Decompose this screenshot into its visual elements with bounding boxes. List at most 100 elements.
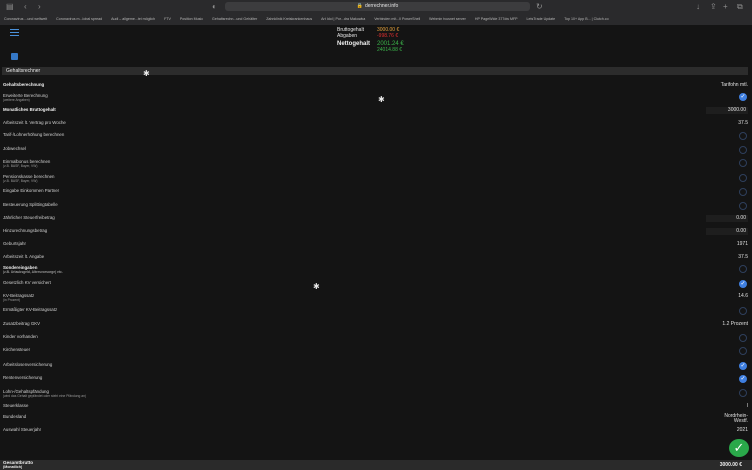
checkmark-icon[interactable]: ✓: [729, 439, 749, 457]
row-label-text: Zusatzbeitrag GKV: [3, 321, 41, 326]
row-label-text: Bundesland: [3, 414, 27, 419]
bookmark-item[interactable]: Art Idol | Por...dra Makowka: [321, 16, 365, 22]
new-tab-icon[interactable]: +: [723, 3, 728, 11]
bookmark-item[interactable]: Verbinden mit...Il PowerShell: [374, 16, 420, 22]
address-bar[interactable]: 🔒 derrechner.info: [225, 2, 530, 11]
menu-icon[interactable]: [10, 29, 19, 38]
row-value-field[interactable]: 37.5: [738, 120, 748, 127]
row-toggle[interactable]: [739, 347, 747, 355]
calculator-icon[interactable]: [11, 53, 18, 60]
row-toggle[interactable]: [739, 188, 747, 196]
row-value-field[interactable]: 14.6: [738, 293, 748, 300]
row-toggle[interactable]: [739, 334, 747, 342]
forward-icon[interactable]: ›: [38, 3, 41, 11]
row-label-text: Kirchensteuer: [3, 347, 31, 352]
row-label: Arbeitszeit lt. Angabe: [3, 254, 323, 259]
row-toggle[interactable]: ✓: [739, 280, 747, 288]
share-icon[interactable]: ⇪: [710, 3, 717, 11]
row-value-field[interactable]: Nordrhein-Westf.: [722, 414, 748, 424]
bookmark-item[interactable]: Audi – allgeme...tei möglich: [111, 16, 155, 22]
row-label: Eingabe Einkommen Partner: [3, 188, 323, 193]
bookmark-item[interactable]: Coronavirus ...und weltweit: [4, 16, 47, 22]
row-label: Hinzurechnungsbetrag: [3, 228, 323, 233]
row-label-text: Monatliches Bruttogehalt: [3, 107, 56, 112]
row-label: Arbeitszeit lt. Vertrag pro Woche: [3, 120, 323, 125]
form-row: Hinzurechnungsbetrag 0.00: [0, 228, 752, 240]
row-label: Kinder vorhanden: [3, 334, 323, 339]
download-icon[interactable]: ↓: [696, 3, 700, 11]
row-value-field[interactable]: 2021: [737, 427, 748, 434]
row-label-text: Besteuerung Splittingtabelle: [3, 202, 58, 207]
abgaben-value: -998.76 €: [377, 33, 399, 39]
form-row: Lohn-/Gehaltspfändung (wird das Gehalt ge…: [0, 389, 752, 401]
row-label-text: Arbeitszeit lt. Angabe: [3, 254, 45, 259]
row-label-text: Eingabe Einkommen Partner: [3, 188, 60, 193]
row-value-field[interactable]: 1.2 Prozent: [722, 321, 748, 328]
row-value-field[interactable]: 3000.00: [706, 107, 748, 114]
back-icon[interactable]: ‹: [24, 3, 27, 11]
tab-overview-icon[interactable]: ⧉: [737, 3, 743, 11]
bookmark-item[interactable]: Position Music: [180, 16, 203, 22]
row-label: Zusatzbeitrag GKV: [3, 321, 323, 326]
bookmark-item[interactable]: Zahnklinik Kreiskrankenhaus: [266, 16, 312, 22]
row-label-text: Tarif-/Lohnerhöhung berechnen: [3, 132, 65, 137]
row-toggle[interactable]: [739, 307, 747, 315]
row-label-text: Kinder vorhanden: [3, 334, 38, 339]
row-toggle[interactable]: [739, 202, 747, 210]
form-row: Gesetzlich KV versichert ✓: [0, 280, 752, 292]
salary-summary: Bruttogehalt 3000.00 € Abgaben -998.76 € N…: [337, 27, 404, 53]
row-label-text: Jobwechsel: [3, 146, 26, 151]
row-toggle[interactable]: [739, 174, 747, 182]
bookmark-item[interactable]: HP PageWide 377dw MFP: [475, 16, 518, 22]
row-label: Einmalbonus berechnen (z.B. BASF, Bayer, …: [3, 159, 323, 168]
row-label-text: Ermäßigter KV-Beitragssatz: [3, 307, 58, 312]
row-toggle[interactable]: [739, 132, 747, 140]
row-toggle[interactable]: [739, 146, 747, 154]
row-sublabel: (z.B. BASF, Bayer, VW): [3, 179, 38, 183]
address-text: derrechner.info: [364, 3, 399, 9]
form-row: Bundesland Nordrhein-Westf.: [0, 414, 752, 426]
reload-icon[interactable]: ↻: [536, 3, 543, 11]
bookmark-item[interactable]: LetsTrade Update: [527, 16, 556, 22]
row-toggle[interactable]: ✓: [739, 93, 747, 101]
form-row: Monatliches Bruttogehalt 3000.00: [0, 107, 752, 119]
row-label: Gesetzlich KV versichert: [3, 280, 323, 285]
row-value-field[interactable]: 0.00: [706, 228, 748, 235]
sidebar-toggle-icon[interactable]: ▤: [6, 3, 14, 11]
abgaben-label: Abgaben: [337, 33, 358, 39]
row-label-text: Rentenversicherung: [3, 375, 43, 380]
row-toggle[interactable]: [739, 265, 747, 273]
browser-toolbar: ▤ ‹ › ◐ 🔒 derrechner.info ↻ ↓ ⇪ + ⧉ Coron…: [0, 0, 752, 25]
row-toggle[interactable]: ✓: [739, 362, 747, 370]
bookmark-item[interactable]: Top 10+ App B... | Clutch.co: [564, 16, 608, 22]
row-toggle[interactable]: [739, 389, 747, 397]
footer-value: 3000.00 €: [719, 462, 742, 468]
row-value-field[interactable]: I: [747, 403, 748, 410]
shield-icon[interactable]: ◐: [212, 3, 217, 11]
cursor-icon: ✱: [313, 282, 320, 291]
row-label: Auswahl Steuerjahr: [3, 427, 323, 432]
row-value-field[interactable]: 1971: [737, 241, 748, 248]
row-toggle[interactable]: ✓: [739, 375, 747, 383]
row-label-text: Hinzurechnungsbetrag: [3, 228, 48, 233]
row-sublabel: (wird das Gehalt gepfändet oder steht ei…: [3, 394, 87, 398]
row-label-text: Arbeitszeit lt. Vertrag pro Woche: [3, 120, 66, 125]
row-label: Pensionskasse berechnen (z.B. BASF, Bayer…: [3, 174, 323, 183]
row-label: Gehaltsberechnung: [3, 82, 323, 87]
row-value-field[interactable]: Tarifohn mtl.: [721, 82, 748, 89]
row-label: Erweiterte Berechnung (weitere Angaben): [3, 93, 323, 102]
row-value-field[interactable]: 0.00: [706, 215, 748, 222]
row-label: Ermäßigter KV-Beitragssatz: [3, 307, 323, 312]
row-sublabel: (z.B. BASF, Bayer, VW): [3, 164, 38, 168]
bookmark-item[interactable]: Webmin tvusnet server: [429, 16, 466, 22]
row-label: Kirchensteuer: [3, 347, 323, 352]
row-toggle[interactable]: [739, 159, 747, 167]
bookmark-item[interactable]: Gehaltsrechn...und Gehälter: [212, 16, 257, 22]
row-label-text: Steuerklasse: [3, 403, 29, 408]
row-value-field[interactable]: 37.5: [738, 254, 748, 261]
form-row: Kinder vorhanden: [0, 334, 752, 346]
bookmark-item[interactable]: Coronavirus m...lobal spread: [56, 16, 102, 22]
form-row: Arbeitslosenversicherung ✓: [0, 362, 752, 374]
form-row: Kirchensteuer: [0, 347, 752, 359]
bookmark-item[interactable]: FTV: [164, 16, 171, 22]
